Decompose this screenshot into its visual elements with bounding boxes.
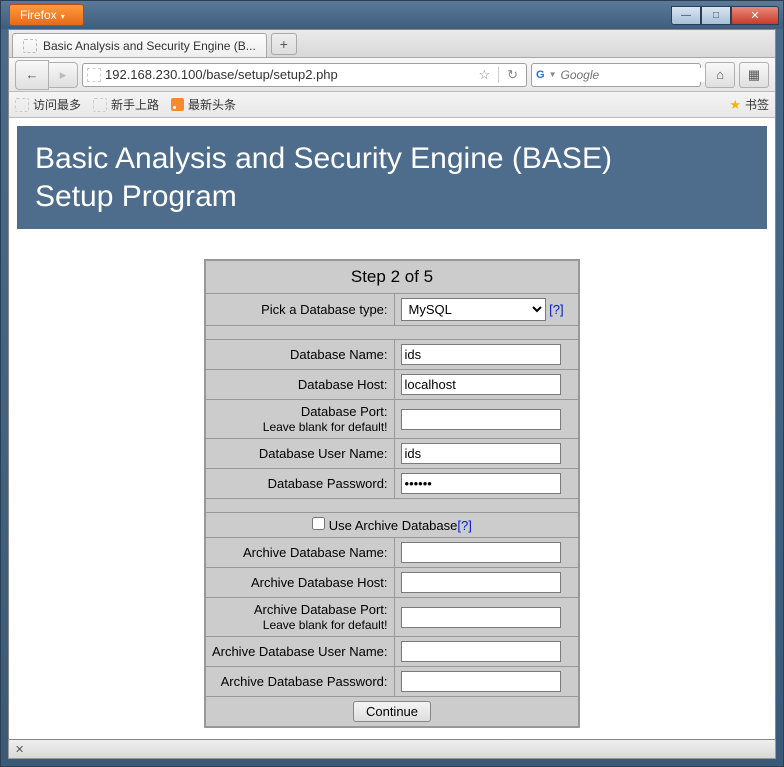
label-a-db-pass: Archive Database Password: xyxy=(205,667,394,697)
label-a-db-user: Archive Database User Name: xyxy=(205,637,394,667)
star-icon: ★ xyxy=(729,97,741,113)
tab-title: Basic Analysis and Security Engine (B... xyxy=(43,39,256,53)
bookmarks-menu[interactable]: ★书签 xyxy=(729,96,769,113)
nav-toolbar: ← ▸ ☆ ↻ G ▼ ⌂ ▦ xyxy=(9,58,775,92)
help-link[interactable]: [?] xyxy=(549,302,563,317)
db-user-input[interactable] xyxy=(401,443,561,464)
setup-form: Step 2 of 5 Pick a Database type: MySQL … xyxy=(204,259,580,728)
status-text: ✕ xyxy=(15,743,24,756)
search-bar[interactable]: G ▼ xyxy=(531,63,701,87)
label-db-host: Database Host: xyxy=(205,370,394,400)
step-header: Step 2 of 5 xyxy=(205,260,579,294)
db-port-input[interactable] xyxy=(401,409,561,430)
label-db-user: Database User Name: xyxy=(205,439,394,469)
search-input[interactable] xyxy=(560,68,717,82)
separator xyxy=(498,67,499,83)
google-icon: G xyxy=(536,69,545,81)
page-content: Basic Analysis and Security Engine (BASE… xyxy=(9,118,775,739)
use-archive-checkbox[interactable] xyxy=(312,517,325,530)
url-input[interactable] xyxy=(105,67,470,82)
window-controls: — □ ✕ xyxy=(671,6,779,25)
a-db-pass-input[interactable] xyxy=(401,671,561,692)
bookmark-item[interactable]: 最新头条 xyxy=(171,96,236,113)
status-bar: ✕ xyxy=(8,740,776,759)
site-favicon-icon xyxy=(87,68,101,82)
label-a-db-host: Archive Database Host: xyxy=(205,568,394,598)
label-db-type: Pick a Database type: xyxy=(205,294,394,326)
window-close-button[interactable]: ✕ xyxy=(731,6,779,25)
bookmark-icon xyxy=(15,98,29,112)
label-a-db-name: Archive Database Name: xyxy=(205,538,394,568)
reload-icon[interactable]: ↻ xyxy=(503,67,522,83)
browser-inner: Basic Analysis and Security Engine (B...… xyxy=(8,29,776,740)
rss-icon xyxy=(171,98,184,111)
window-minimize-button[interactable]: — xyxy=(671,6,701,25)
bookmark-star-icon[interactable]: ☆ xyxy=(474,67,494,83)
page-header: Basic Analysis and Security Engine (BASE… xyxy=(17,126,767,229)
db-type-select[interactable]: MySQL xyxy=(401,298,546,321)
forward-button[interactable]: ▸ xyxy=(48,62,78,88)
tab-active[interactable]: Basic Analysis and Security Engine (B... xyxy=(12,33,267,57)
bookmark-item[interactable]: 新手上路 xyxy=(93,96,159,113)
browser-window: Firefox — □ ✕ Basic Analysis and Securit… xyxy=(0,0,784,767)
back-button[interactable]: ← xyxy=(15,60,49,90)
tab-strip: Basic Analysis and Security Engine (B...… xyxy=(9,30,775,58)
archive-toggle-row: Use Archive Database[?] xyxy=(205,513,579,538)
firefox-menu-button[interactable]: Firefox xyxy=(9,4,84,26)
a-db-host-input[interactable] xyxy=(401,572,561,593)
db-name-input[interactable] xyxy=(401,344,561,365)
a-db-name-input[interactable] xyxy=(401,542,561,563)
engine-dropdown-icon[interactable]: ▼ xyxy=(549,70,557,79)
use-archive-label: Use Archive Database xyxy=(329,518,458,533)
bookmark-item[interactable]: 访问最多 xyxy=(15,96,81,113)
label-db-pass: Database Password: xyxy=(205,469,394,499)
label-db-port: Database Port:Leave blank for default! xyxy=(205,400,394,439)
a-db-user-input[interactable] xyxy=(401,641,561,662)
titlebar[interactable]: Firefox — □ ✕ xyxy=(1,1,783,29)
a-db-port-input[interactable] xyxy=(401,607,561,628)
bookmark-icon xyxy=(93,98,107,112)
new-tab-button[interactable]: + xyxy=(271,33,297,55)
page-title: Basic Analysis and Security Engine (BASE… xyxy=(35,140,749,215)
label-db-name: Database Name: xyxy=(205,340,394,370)
tab-favicon-icon xyxy=(23,39,37,53)
url-bar[interactable]: ☆ ↻ xyxy=(82,63,527,87)
db-pass-input[interactable] xyxy=(401,473,561,494)
db-host-input[interactable] xyxy=(401,374,561,395)
addons-button[interactable]: ▦ xyxy=(739,62,769,88)
continue-button[interactable]: Continue xyxy=(353,701,431,722)
bookmarks-toolbar: 访问最多 新手上路 最新头条 ★书签 xyxy=(9,92,775,118)
home-button[interactable]: ⌂ xyxy=(705,62,735,88)
window-maximize-button[interactable]: □ xyxy=(701,6,731,25)
help-link[interactable]: [?] xyxy=(457,518,471,533)
label-a-db-port: Archive Database Port:Leave blank for de… xyxy=(205,598,394,637)
